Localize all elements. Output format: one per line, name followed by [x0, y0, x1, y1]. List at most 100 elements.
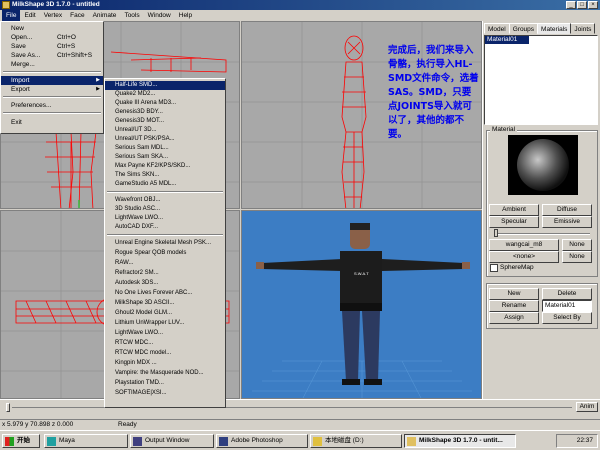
- alpha-none-button[interactable]: None: [562, 251, 592, 263]
- maya-icon: [47, 437, 56, 446]
- specular-button[interactable]: Specular: [489, 216, 539, 228]
- assign-material-button[interactable]: Assign: [489, 312, 539, 324]
- texture-none-button[interactable]: None: [562, 239, 592, 251]
- import-item[interactable]: No One Lives Forever ABC...: [105, 289, 225, 298]
- select-by-material-button[interactable]: Select By: [542, 312, 592, 324]
- import-item[interactable]: Lithium UnWrapper LUV...: [105, 319, 225, 328]
- taskbar: 开始 Maya Output Window Adobe Photoshop 本地…: [0, 430, 600, 450]
- photoshop-icon: [219, 437, 228, 446]
- import-item[interactable]: Unreal/UT 3D...: [105, 126, 225, 135]
- windows-logo-icon: [5, 437, 14, 446]
- import-item[interactable]: Vampire: the Masquerade NOD...: [105, 369, 225, 378]
- import-item[interactable]: Unreal Engine Skeletal Mesh PSK...: [105, 239, 225, 248]
- material-name-field[interactable]: Material01: [542, 300, 592, 312]
- menu-window[interactable]: Window: [144, 10, 175, 21]
- menu-separator: [107, 191, 223, 193]
- task-maya[interactable]: Maya: [44, 434, 128, 448]
- tutorial-annotation: 完成后，我们来导入骨骼，执行导入HL-SMD文件命令，选着SAS。SMD，只要点…: [388, 45, 479, 140]
- menu-edit[interactable]: Edit: [20, 10, 39, 21]
- spheremap-checkbox[interactable]: [490, 264, 498, 272]
- close-button[interactable]: ×: [588, 1, 598, 9]
- task-drive-d[interactable]: 本地磁盘 (D:): [310, 434, 402, 448]
- emissive-button[interactable]: Emissive: [542, 216, 592, 228]
- new-material-button[interactable]: New: [489, 288, 539, 300]
- import-item[interactable]: SOFTIMAGE|XSI...: [105, 389, 225, 398]
- menu-item-save[interactable]: Save Ctrl+S: [1, 42, 103, 51]
- delete-material-button[interactable]: Delete: [542, 288, 592, 300]
- viewport-3d[interactable]: S.W.A.T: [241, 210, 482, 399]
- shininess-slider[interactable]: [492, 229, 592, 237]
- menu-vertex[interactable]: Vertex: [40, 10, 66, 21]
- import-item[interactable]: 3D Studio ASC...: [105, 205, 225, 214]
- tab-joints[interactable]: Joints: [570, 23, 596, 34]
- submenu-arrow-icon: ▶: [96, 86, 100, 92]
- import-item[interactable]: Rogue Spear QOB models: [105, 249, 225, 258]
- menu-item-save-as[interactable]: Save As... Ctrl+Shift+S: [1, 51, 103, 60]
- texture-button[interactable]: wangcai_m8: [489, 239, 559, 251]
- import-item[interactable]: Ghoul2 Model GLM...: [105, 309, 225, 318]
- diffuse-button[interactable]: Diffuse: [542, 204, 592, 216]
- menu-face[interactable]: Face: [66, 10, 88, 21]
- menu-item-merge[interactable]: Merge...: [1, 60, 103, 69]
- import-item[interactable]: LightWave LWO...: [105, 214, 225, 223]
- import-item[interactable]: Genesis3D BDY...: [105, 108, 225, 117]
- menu-item-exit[interactable]: Exit: [1, 118, 103, 127]
- submenu-arrow-icon: ▶: [96, 77, 100, 83]
- import-item[interactable]: Quake III Arena MD3...: [105, 99, 225, 108]
- material-list-item[interactable]: Material01: [485, 36, 529, 44]
- import-item[interactable]: Wavefront OBJ...: [105, 196, 225, 205]
- import-item[interactable]: RTCW MDC...: [105, 339, 225, 348]
- import-item[interactable]: RTCW MDC model...: [105, 349, 225, 358]
- task-photoshop[interactable]: Adobe Photoshop: [216, 434, 308, 448]
- menu-tools[interactable]: Tools: [120, 10, 143, 21]
- import-item[interactable]: Max Payne KF2/KPS/SKD...: [105, 162, 225, 171]
- import-item[interactable]: Half-Life SMD...: [105, 81, 225, 90]
- menu-item-preferences[interactable]: Preferences...: [1, 101, 103, 110]
- menu-item-new[interactable]: New: [1, 24, 103, 33]
- milkshape-icon: [407, 437, 416, 446]
- tab-materials[interactable]: Materials: [537, 23, 572, 34]
- task-output-window[interactable]: Output Window: [130, 434, 214, 448]
- menu-item-import[interactable]: Import ▶: [1, 76, 103, 85]
- menu-item-open[interactable]: Open... Ctrl+O: [1, 33, 103, 42]
- anim-button[interactable]: Anim: [576, 402, 598, 412]
- menu-animate[interactable]: Animate: [89, 10, 121, 21]
- task-milkshape[interactable]: MilkShape 3D 1.7.0 - untit...: [404, 434, 516, 448]
- rename-material-button[interactable]: Rename: [489, 300, 539, 312]
- menu-separator: [107, 234, 223, 236]
- import-item[interactable]: Autodesk 3DS...: [105, 279, 225, 288]
- import-item[interactable]: The Sims SKN...: [105, 171, 225, 180]
- import-item[interactable]: Unreal/UT PSK/PSA...: [105, 135, 225, 144]
- minimize-button[interactable]: _: [566, 1, 576, 9]
- import-item[interactable]: AutoCAD DXF...: [105, 223, 225, 232]
- start-label: 开始: [17, 437, 30, 444]
- import-item[interactable]: Kingpin MDX ...: [105, 359, 225, 368]
- import-item[interactable]: Quake2 MD2...: [105, 90, 225, 99]
- timeline-slider-thumb[interactable]: [6, 403, 10, 412]
- import-item[interactable]: MilkShape 3D ASCII...: [105, 299, 225, 308]
- menu-help[interactable]: Help: [175, 10, 196, 21]
- animation-timeline[interactable]: Anim: [0, 399, 600, 413]
- alpha-map-button[interactable]: <none>: [489, 251, 559, 263]
- timeline-track: [12, 407, 572, 408]
- tab-model[interactable]: Model: [484, 23, 510, 34]
- import-item[interactable]: Refractor2 SM...: [105, 269, 225, 278]
- import-item[interactable]: Genesis3D MOT...: [105, 117, 225, 126]
- import-item[interactable]: LightWave LWO...: [105, 329, 225, 338]
- menu-file[interactable]: File: [2, 10, 21, 21]
- import-item[interactable]: Serious Sam MDL...: [105, 144, 225, 153]
- task-label: Output Window: [145, 437, 190, 444]
- task-label: 本地磁盘 (D:): [325, 437, 364, 444]
- tab-groups[interactable]: Groups: [508, 23, 539, 34]
- import-item[interactable]: RAW...: [105, 259, 225, 268]
- import-item[interactable]: GameStudio A5 MDL...: [105, 180, 225, 189]
- import-item[interactable]: Playstation TMD...: [105, 379, 225, 388]
- output-window-icon: [133, 437, 142, 446]
- import-item[interactable]: Serious Sam SKA...: [105, 153, 225, 162]
- start-button[interactable]: 开始: [2, 434, 40, 448]
- menu-item-export[interactable]: Export ▶: [1, 85, 103, 94]
- maximize-button[interactable]: □: [577, 1, 587, 9]
- ambient-button[interactable]: Ambient: [489, 204, 539, 216]
- materials-list[interactable]: Material01: [484, 35, 598, 125]
- app-icon[interactable]: [2, 1, 10, 9]
